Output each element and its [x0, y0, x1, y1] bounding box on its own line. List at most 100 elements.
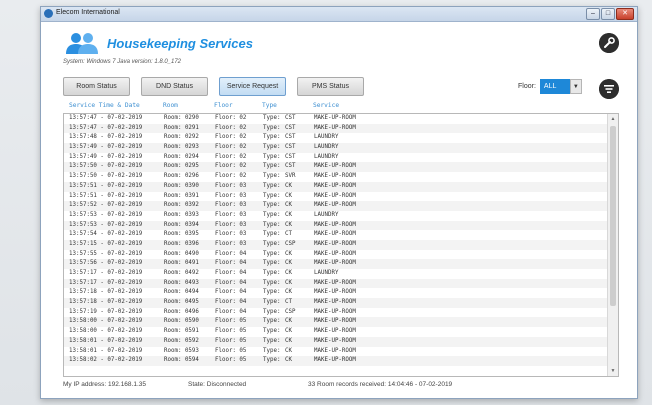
table-row[interactable]: 13:57:53 - 07-02-2019 Room: 0393 Floor: 03…: [64, 211, 618, 221]
minimize-icon[interactable]: –: [586, 8, 600, 20]
row-service: MAKE-UP-ROOM: [314, 328, 356, 335]
row-service: MAKE-UP-ROOM: [314, 250, 356, 257]
scroll-up-icon[interactable]: ▲: [609, 115, 617, 123]
table-row[interactable]: 13:58:02 - 07-02-2019 Room: 0594 Floor: 05…: [64, 356, 618, 366]
row-type: CK: [285, 347, 292, 354]
table-row[interactable]: 13:57:17 - 07-02-2019 Room: 0493 Floor: 04…: [64, 278, 618, 289]
table-row[interactable]: 13:57:19 - 07-02-2019 Room: 0496 Floor: 04…: [64, 308, 618, 318]
floor-filter: Floor: ALL ▼: [518, 79, 582, 94]
row-time: 13:58:00 - 07-02-2019: [69, 328, 143, 335]
table-row[interactable]: 13:58:00 - 07-02-2019 Room: 0591 Floor: 05…: [64, 327, 618, 337]
row-room: Room: 0492: [164, 270, 199, 276]
row-type: CK: [285, 337, 292, 344]
row-floor: Floor: 03: [215, 182, 247, 189]
table-row[interactable]: 13:57:49 - 07-02-2019 Room: 0293 Floor: 02…: [64, 143, 618, 153]
pms-status-button[interactable]: PMS Status: [297, 77, 364, 96]
row-type-label: Type:: [263, 211, 281, 218]
maximize-icon[interactable]: □: [601, 8, 615, 20]
row-floor: Floor: 03: [215, 221, 247, 228]
row-type-label: Type:: [263, 163, 281, 170]
scroll-thumb[interactable]: [610, 126, 616, 306]
connection-state: State: Disconnected: [188, 381, 247, 388]
room-status-button[interactable]: Room Status: [63, 77, 130, 96]
row-service: MAKE-UP-ROOM: [314, 221, 356, 228]
close-icon[interactable]: ✕: [616, 8, 634, 20]
row-time: 13:57:48 - 07-02-2019: [69, 134, 143, 141]
row-floor: Floor: 04: [215, 260, 247, 267]
row-service: LAUNDRY: [314, 144, 339, 151]
table-row[interactable]: 13:57:15 - 07-02-2019 Room: 0396 Floor: 03…: [64, 239, 618, 250]
row-type-label: Type:: [263, 231, 281, 238]
row-type-label: Type:: [263, 202, 281, 209]
row-time: 13:57:49 - 07-02-2019: [69, 144, 143, 151]
row-floor: Floor: 02: [215, 173, 247, 180]
row-room: Room: 0291: [164, 124, 199, 131]
row-floor: Floor: 03: [215, 192, 247, 199]
table-row[interactable]: 13:57:53 - 07-02-2019 Room: 0394 Floor: 03…: [64, 220, 618, 231]
row-floor: Floor: 02: [215, 163, 247, 170]
row-type: CSP: [285, 240, 296, 247]
table-row[interactable]: 13:57:51 - 07-02-2019 Room: 0390 Floor: 03…: [64, 181, 618, 192]
filter-icon[interactable]: [599, 79, 619, 99]
row-floor: Floor: 04: [215, 299, 247, 306]
row-type-label: Type:: [263, 124, 281, 131]
col-floor: Floor: [214, 102, 233, 109]
table-row[interactable]: 13:57:50 - 07-02-2019 Room: 0296 Floor: 02…: [64, 172, 618, 182]
app-icon: [44, 9, 53, 18]
table-row[interactable]: 13:57:50 - 07-02-2019 Room: 0295 Floor: 02…: [64, 162, 618, 173]
wrench-icon[interactable]: [599, 33, 619, 53]
floor-label: Floor:: [518, 83, 536, 90]
table-row[interactable]: 13:58:00 - 07-02-2019 Room: 0590 Floor: 05…: [64, 317, 618, 328]
col-type: Type: [262, 102, 277, 109]
row-type: CK: [285, 250, 292, 257]
row-service: LAUNDRY: [314, 134, 339, 141]
row-type: CK: [285, 289, 292, 296]
table-row[interactable]: 13:57:48 - 07-02-2019 Room: 0292 Floor: 02…: [64, 133, 618, 143]
table-row[interactable]: 13:57:56 - 07-02-2019 Room: 0491 Floor: 04…: [64, 259, 618, 269]
row-service: MAKE-UP-ROOM: [314, 173, 356, 180]
table-row[interactable]: 13:57:54 - 07-02-2019 Room: 0395 Floor: 03…: [64, 230, 618, 240]
table-row[interactable]: 13:57:18 - 07-02-2019 Room: 0495 Floor: 04…: [64, 298, 618, 308]
title-bar: Elecom International – □ ✕: [41, 7, 637, 22]
row-type: CK: [285, 318, 292, 325]
row-time: 13:57:47 - 07-02-2019: [69, 124, 143, 131]
scroll-down-icon[interactable]: ▼: [609, 367, 617, 375]
row-room: Room: 0394: [164, 221, 199, 228]
row-type: CSP: [285, 308, 296, 315]
chevron-down-icon[interactable]: ▼: [569, 79, 582, 94]
row-type-label: Type:: [263, 240, 281, 247]
table-row[interactable]: 13:58:01 - 07-02-2019 Room: 0593 Floor: 05…: [64, 347, 618, 357]
table-row[interactable]: 13:57:52 - 07-02-2019 Room: 0392 Floor: 03…: [64, 201, 618, 211]
table-row[interactable]: 13:57:55 - 07-02-2019 Room: 0490 Floor: 04…: [64, 250, 618, 260]
row-service: MAKE-UP-ROOM: [314, 308, 356, 315]
row-time: 13:58:01 - 07-02-2019: [69, 347, 143, 354]
table-row[interactable]: 13:57:47 - 07-02-2019 Room: 0291 Floor: 02…: [64, 123, 618, 134]
row-time: 13:57:51 - 07-02-2019: [69, 182, 143, 189]
row-time: 13:58:00 - 07-02-2019: [69, 318, 143, 325]
floor-select[interactable]: ALL: [539, 79, 570, 94]
window-title: Elecom International: [56, 9, 120, 16]
row-room: Room: 0296: [164, 173, 199, 180]
row-time: 13:57:19 - 07-02-2019: [69, 308, 143, 315]
row-time: 13:57:18 - 07-02-2019: [69, 289, 143, 296]
table-row[interactable]: 13:57:18 - 07-02-2019 Room: 0494 Floor: 04…: [64, 288, 618, 298]
row-type: CST: [285, 163, 296, 170]
row-type: CK: [285, 192, 292, 199]
table-row[interactable]: 13:57:49 - 07-02-2019 Room: 0294 Floor: 02…: [64, 153, 618, 163]
scrollbar[interactable]: ▲ ▼: [607, 114, 618, 376]
table-row[interactable]: 13:58:01 - 07-02-2019 Room: 0592 Floor: 05…: [64, 336, 618, 347]
row-time: 13:57:53 - 07-02-2019: [69, 211, 143, 218]
table-row[interactable]: 13:57:51 - 07-02-2019 Room: 0391 Floor: 03…: [64, 192, 618, 202]
row-type-label: Type:: [263, 221, 281, 228]
row-room: Room: 0292: [164, 134, 199, 141]
service-request-list[interactable]: 13:57:47 - 07-02-2019 Room: 0290 Floor: 02…: [63, 113, 619, 377]
dnd-status-button[interactable]: DND Status: [141, 77, 208, 96]
service-request-button[interactable]: Service Request: [219, 77, 286, 96]
table-row[interactable]: 13:57:17 - 07-02-2019 Room: 0492 Floor: 04…: [64, 269, 618, 279]
row-service: MAKE-UP-ROOM: [314, 299, 356, 306]
table-row[interactable]: 13:57:47 - 07-02-2019 Room: 0290 Floor: 02…: [64, 114, 618, 124]
row-room: Room: 0392: [164, 202, 199, 209]
row-floor: Floor: 02: [215, 144, 247, 151]
row-type: CT: [285, 231, 292, 238]
row-type: SVR: [285, 173, 296, 180]
